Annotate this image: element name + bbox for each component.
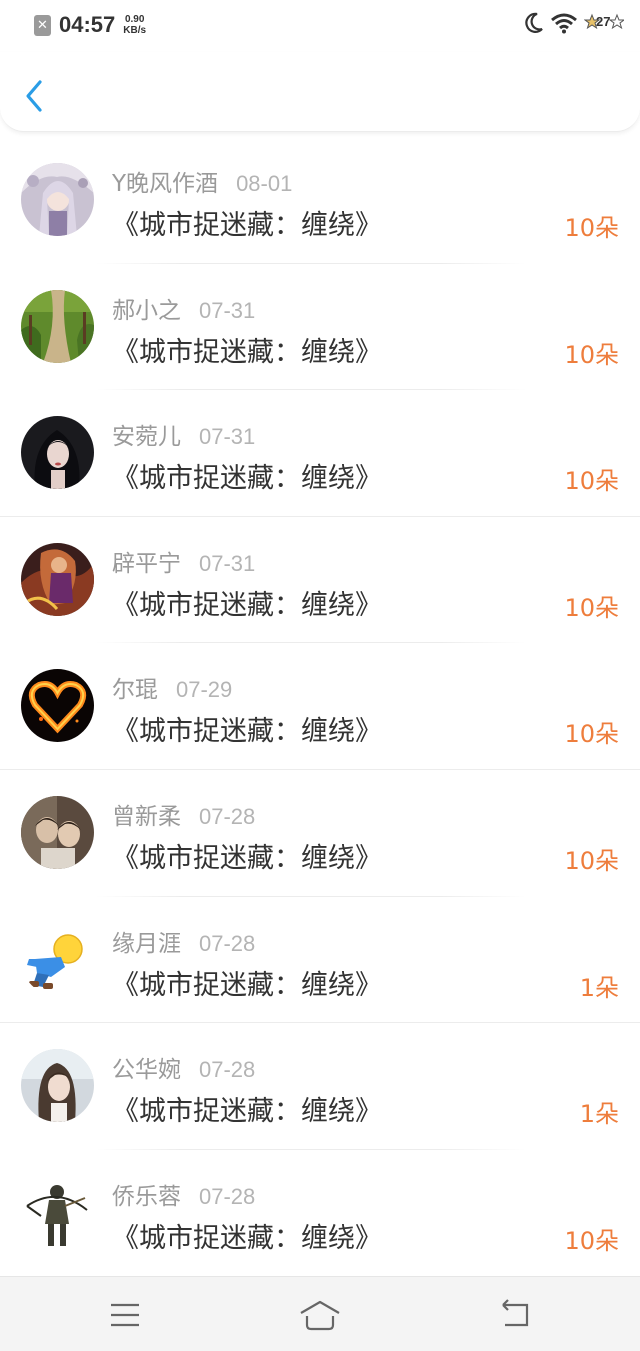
list-item[interactable]: 安菀儿 07-31 《城市捉迷藏：缠绕》 10朵 [0, 390, 640, 517]
sender-name-text: 公华婉 [112, 1057, 181, 1084]
home-icon [300, 1300, 340, 1331]
list-item[interactable]: 郝小之 07-31 《城市捉迷藏：缠绕》 10朵 [0, 264, 640, 391]
list-item[interactable]: 辟平宁 07-31 《城市捉迷藏：缠绕》 10朵 [0, 517, 640, 644]
book-title: 《城市捉迷藏：缠绕》 [112, 969, 382, 1001]
gift-amount: 10朵 [564, 593, 619, 622]
sender-name: 郝小之 07-31 [112, 291, 255, 325]
gift-amount: 10朵 [564, 846, 619, 875]
book-title: 《城市捉迷藏：缠绕》 [112, 589, 382, 621]
wifi-icon [551, 13, 577, 34]
sender-name-text: 郝小之 [112, 297, 181, 324]
system-nav-bar [0, 1276, 640, 1351]
gift-date: 07-31 [199, 424, 256, 450]
gift-amount: 1朵 [579, 1100, 619, 1129]
network-speed: 0.90 KB/s [123, 14, 146, 36]
book-title: 《城市捉迷藏：缠绕》 [112, 716, 382, 748]
sender-name-text: 尔琨 [112, 677, 158, 704]
book-title: 《城市捉迷藏：缠绕》 [112, 336, 382, 368]
gift-date: 07-28 [199, 930, 256, 956]
notification-x-icon: ✕ [34, 14, 51, 36]
sender-name: 缘月涯 07-28 [112, 924, 255, 958]
sender-name: 侨乐蓉 07-28 [112, 1177, 255, 1211]
app-header [0, 52, 640, 132]
sender-name-text: 安菀儿 [112, 424, 181, 451]
avatar[interactable] [21, 1049, 94, 1123]
gift-amount: 10朵 [564, 214, 619, 242]
gift-date: 07-31 [199, 550, 256, 576]
battery-icon: 27 [584, 12, 624, 34]
gift-amount: 1朵 [579, 973, 619, 1002]
gift-date: 07-28 [199, 803, 256, 829]
avatar[interactable] [21, 669, 94, 743]
menu-button[interactable] [105, 1297, 145, 1333]
gift-list: Y晚风作酒 08-01 《城市捉迷藏：缠绕》 10朵 郝小之 07-31 《城市捉迷… [0, 137, 640, 1276]
sender-name: Y晚风作酒 08-01 [112, 164, 292, 198]
chevron-left-icon [26, 80, 42, 112]
book-title: 《城市捉迷藏：缠绕》 [112, 463, 382, 495]
list-item[interactable]: 缘月涯 07-28 《城市捉迷藏：缠绕》 1朵 [0, 897, 640, 1024]
sender-name: 安菀儿 07-31 [112, 417, 255, 451]
moon-icon [525, 12, 543, 33]
avatar[interactable] [21, 1175, 94, 1249]
book-title: 《城市捉迷藏：缠绕》 [112, 210, 382, 241]
avatar[interactable] [21, 416, 94, 490]
sender-name-text: Y晚风作酒 [112, 171, 219, 197]
status-right: 27 [524, 12, 624, 34]
sender-name-text: 曾新柔 [112, 803, 181, 830]
list-item[interactable]: 公华婉 07-28 《城市捉迷藏：缠绕》 1朵 [0, 1023, 640, 1150]
avatar[interactable] [21, 163, 94, 236]
gift-date: 07-28 [199, 1057, 256, 1083]
gift-amount: 10朵 [564, 720, 619, 749]
sender-name: 公华婉 07-28 [112, 1050, 255, 1084]
avatar[interactable] [21, 795, 94, 869]
gift-date: 07-31 [199, 297, 256, 323]
sender-name: 辟平宁 07-31 [112, 544, 255, 578]
avatar[interactable] [21, 922, 94, 996]
network-speed-unit: KB/s [123, 25, 147, 36]
sender-name: 尔琨 07-29 [112, 670, 232, 704]
gift-date: 07-28 [199, 1183, 256, 1209]
book-title: 《城市捉迷藏：缠绕》 [112, 1096, 382, 1128]
menu-icon [111, 1303, 139, 1327]
gift-date: 07-29 [176, 677, 233, 703]
book-title: 《城市捉迷藏：缠绕》 [112, 1222, 382, 1254]
list-item[interactable]: 尔琨 07-29 《城市捉迷藏：缠绕》 10朵 [0, 643, 640, 770]
list-item[interactable]: 曾新柔 07-28 《城市捉迷藏：缠绕》 10朵 [0, 770, 640, 897]
gift-amount: 10朵 [564, 467, 619, 496]
status-bar: ✕ 04:57 0.90 KB/s 27 [0, 0, 640, 52]
status-left: ✕ 04:57 0.90 KB/s [34, 12, 146, 38]
avatar[interactable] [21, 542, 94, 616]
network-speed-value: 0.90 [124, 14, 145, 25]
status-time: 04:57 [59, 12, 116, 37]
gift-amount: 10朵 [564, 1226, 619, 1255]
battery-level: 27 [596, 14, 611, 29]
sender-name: 曾新柔 07-28 [112, 797, 255, 831]
sender-name-text: 缘月涯 [112, 930, 181, 957]
list-item[interactable]: 侨乐蓉 07-28 《城市捉迷藏：缠绕》 10朵 [0, 1150, 640, 1277]
book-title: 《城市捉迷藏：缠绕》 [112, 842, 382, 874]
back-button[interactable] [20, 76, 50, 116]
gift-date: 08-01 [236, 171, 293, 196]
list-item[interactable]: Y晚风作酒 08-01 《城市捉迷藏：缠绕》 10朵 [0, 137, 640, 264]
gift-amount: 10朵 [564, 340, 619, 369]
back-icon [502, 1299, 529, 1327]
sender-name-text: 侨乐蓉 [112, 1183, 181, 1210]
sender-name-text: 辟平宁 [112, 550, 181, 577]
home-button[interactable] [298, 1297, 342, 1333]
back-nav-button[interactable] [495, 1297, 535, 1333]
avatar[interactable] [21, 289, 94, 363]
